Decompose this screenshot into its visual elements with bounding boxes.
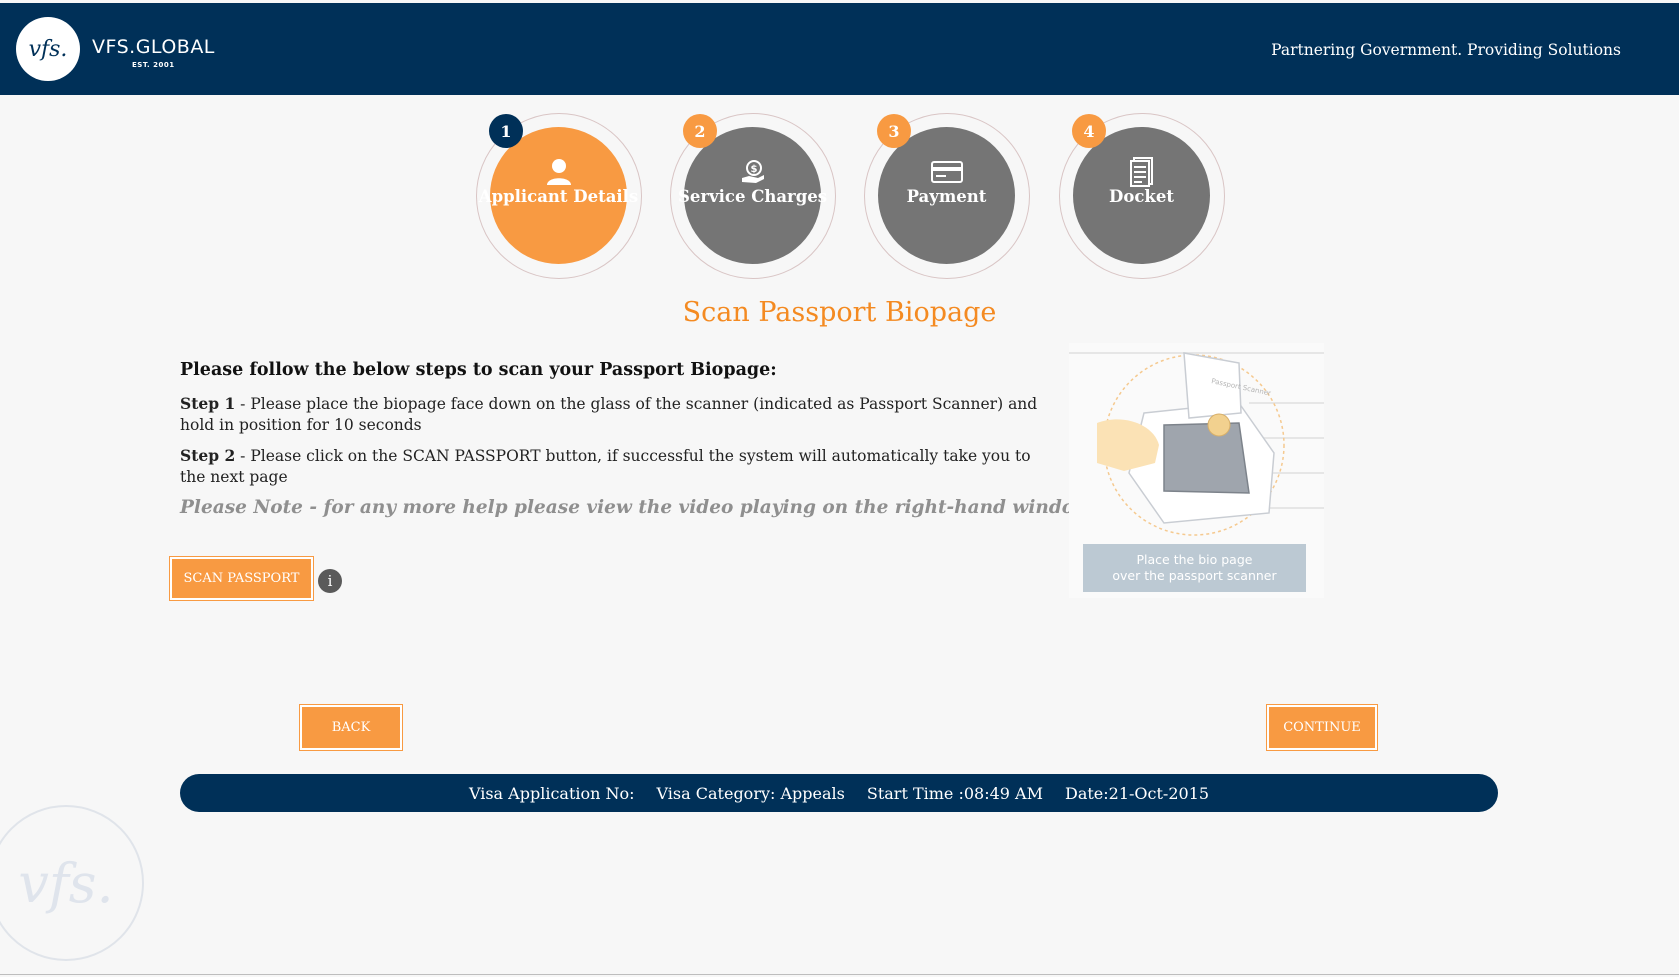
brand-name: VFS.GLOBAL xyxy=(92,36,215,58)
step-label: Docket xyxy=(1109,187,1174,206)
svg-text:$: $ xyxy=(750,164,757,175)
step-number-badge: 2 xyxy=(683,114,717,148)
header-tagline: Partnering Government. Providing Solutio… xyxy=(1271,41,1621,59)
scan-passport-button[interactable]: SCAN PASSPORT xyxy=(169,556,314,601)
step-circle: Applicant Details xyxy=(479,127,638,264)
step-service-charges[interactable]: $ Service Charges 2 xyxy=(670,113,836,279)
instruction-step-2: Step 2 - Please click on the SCAN PASSPO… xyxy=(180,445,1040,488)
visa-category: Visa Category: Appeals xyxy=(656,783,845,803)
video-caption: Place the bio page over the passport sca… xyxy=(1083,544,1306,592)
vfs-logo: vfs. xyxy=(16,17,80,81)
step-number-badge: 3 xyxy=(877,114,911,148)
step-label: Service Charges xyxy=(677,187,828,206)
step-circle: Docket xyxy=(1073,127,1210,264)
step-circle: Payment xyxy=(878,127,1015,264)
step-1-text: - Please place the biopage face down on … xyxy=(180,395,1038,434)
video-caption-line-1: Place the bio page xyxy=(1136,552,1253,567)
instruction-step-1: Step 1 - Please place the biopage face d… xyxy=(180,393,1040,436)
step-docket[interactable]: Docket 4 xyxy=(1059,113,1225,279)
application-date: Date:21-Oct-2015 xyxy=(1065,783,1210,803)
step-label: Applicant Details xyxy=(478,187,639,206)
money-hand-icon: $ xyxy=(684,157,821,187)
step-2-text: - Please click on the SCAN PASSPORT butt… xyxy=(180,447,1031,486)
video-caption-line-2: over the passport scanner xyxy=(1112,568,1277,583)
application-info-bar: Visa Application No: Visa Category: Appe… xyxy=(180,774,1498,812)
step-number-badge: 1 xyxy=(489,114,523,148)
back-button[interactable]: BACK xyxy=(299,704,403,751)
instructions-heading: Please follow the below steps to scan yo… xyxy=(180,360,777,380)
info-icon[interactable]: i xyxy=(318,569,342,593)
visa-application-no: Visa Application No: xyxy=(468,783,635,803)
top-header: vfs. VFS.GLOBAL EST. 2001 Partnering Gov… xyxy=(0,3,1679,95)
step-circle: $ Service Charges xyxy=(678,127,827,264)
bottom-divider xyxy=(0,974,1679,975)
start-time: Start Time :08:49 AM xyxy=(866,783,1043,803)
document-icon xyxy=(1073,157,1210,187)
brand-established: EST. 2001 xyxy=(132,61,175,69)
step-1-label: Step 1 xyxy=(180,394,236,413)
page-title: Scan Passport Biopage xyxy=(682,297,997,328)
card-icon xyxy=(878,157,1015,187)
help-note: Please Note - for any more help please v… xyxy=(180,497,1091,518)
continue-button[interactable]: CONTINUE xyxy=(1266,704,1378,751)
step-number-badge: 4 xyxy=(1072,114,1106,148)
vfs-watermark-logo: vfs. xyxy=(0,805,144,961)
step-label: Payment xyxy=(906,187,987,206)
person-icon xyxy=(490,157,627,187)
step-2-label: Step 2 xyxy=(180,446,236,465)
step-applicant-details[interactable]: Applicant Details 1 xyxy=(476,113,642,279)
step-payment[interactable]: Payment 3 xyxy=(864,113,1030,279)
